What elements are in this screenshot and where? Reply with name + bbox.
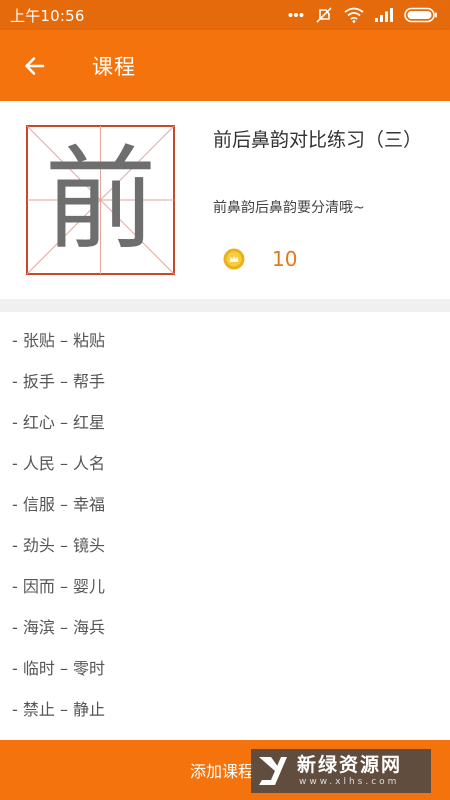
status-icons: [288, 0, 438, 30]
list-item: - 扳手 – 帮手: [12, 371, 106, 391]
add-course-button[interactable]: 添加课程: [190, 740, 254, 800]
list-item: - 张贴 – 粘贴: [12, 330, 106, 350]
word-list: - 张贴 – 粘贴 - 扳手 – 帮手 - 红心 – 红星 - 人民 – 人名 …: [12, 318, 432, 728]
back-arrow-icon: [25, 56, 45, 75]
list-item: - 人民 – 人名: [12, 453, 106, 473]
watermark-url: www.xlhs.com: [299, 777, 400, 787]
wifi-icon: [344, 7, 364, 23]
course-card: 前 前后鼻韵对比练习（三） 前鼻韵后鼻韵要分清哦~ 10: [0, 101, 450, 299]
list-item: - 临时 – 零时: [12, 658, 106, 678]
course-subtitle: 前鼻韵后鼻韵要分清哦~: [213, 200, 365, 216]
mute-icon: [316, 7, 332, 23]
list-item: - 信服 – 幸福: [12, 494, 106, 514]
status-time: 上午10:56: [10, 6, 85, 25]
more-dots-icon: [288, 13, 304, 17]
divider: [0, 299, 450, 312]
list-item: - 红心 – 红星: [12, 412, 106, 432]
watermark-logo-icon: [251, 749, 295, 793]
list-item: - 海滨 – 海兵: [12, 617, 106, 637]
app-bar: 课程: [0, 30, 450, 101]
course-character: 前: [44, 135, 157, 265]
watermark-text: 新绿资源网 www.xlhs.com: [297, 754, 402, 788]
status-bar: 上午10:56: [0, 0, 450, 30]
character-grid: 前: [26, 125, 175, 275]
battery-icon: [404, 7, 437, 23]
watermark: 新绿资源网 www.xlhs.com: [251, 749, 431, 793]
coin-icon: [223, 248, 245, 270]
coin-row: 10: [223, 247, 297, 271]
coin-value: 10: [272, 247, 298, 271]
list-item: - 劲头 – 镜头: [12, 535, 106, 555]
course-title: 前后鼻韵对比练习（三）: [213, 129, 423, 151]
signal-icon: [375, 8, 393, 22]
list-item: - 禁止 – 静止: [12, 699, 106, 719]
watermark-name: 新绿资源网: [297, 754, 403, 776]
back-button[interactable]: [0, 30, 70, 101]
list-item: - 因而 – 婴儿: [12, 576, 106, 596]
page-title: 课程: [92, 54, 136, 79]
